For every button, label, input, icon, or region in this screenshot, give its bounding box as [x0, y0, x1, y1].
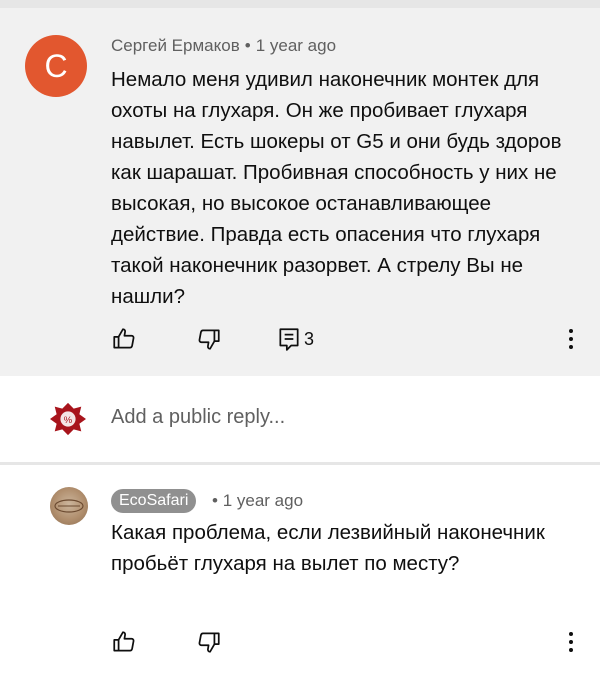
comment-text: Немало меня удивил наконечник монтек для… — [111, 68, 562, 308]
dislike-icon[interactable] — [196, 326, 222, 352]
comment-time[interactable]: 1 year ago — [256, 36, 336, 55]
like-icon[interactable] — [111, 326, 137, 352]
comment-thread-main: С Сергей Ермаков • 1 year ago Немало меня … — [0, 8, 600, 376]
reply-actions — [0, 629, 600, 659]
comment-actions: 3 — [0, 326, 600, 356]
reply-author-badge[interactable]: EcoSafari — [111, 489, 197, 513]
reply-count[interactable]: 3 — [304, 329, 314, 350]
reply-author-avatar[interactable] — [50, 487, 88, 525]
comment-reply: EcoSafari • 1 year ago Какая проблема, е… — [0, 465, 600, 678]
comment-meta: Сергей Ермаков • 1 year ago — [111, 36, 336, 56]
reply-text: Какая проблема, если лезвийный наконечни… — [111, 521, 545, 575]
top-divider — [0, 0, 600, 8]
reply-input[interactable]: Add a public reply... — [111, 406, 285, 429]
like-icon[interactable] — [111, 629, 137, 655]
user-avatar: % — [49, 401, 87, 437]
svg-text:%: % — [64, 415, 73, 426]
meta-separator: • — [244, 36, 251, 55]
reply-icon[interactable] — [276, 326, 302, 352]
reply-time[interactable]: 1 year ago — [223, 491, 303, 510]
author-avatar[interactable]: С — [25, 35, 87, 97]
more-vert-icon[interactable] — [566, 329, 576, 353]
add-reply-row: % Add a public reply... — [0, 376, 600, 462]
author-name[interactable]: Сергей Ермаков — [111, 36, 240, 55]
meta-separator: • — [212, 491, 218, 510]
reply-meta: • 1 year ago — [212, 491, 303, 511]
more-vert-icon[interactable] — [566, 632, 576, 656]
dislike-icon[interactable] — [196, 629, 222, 655]
